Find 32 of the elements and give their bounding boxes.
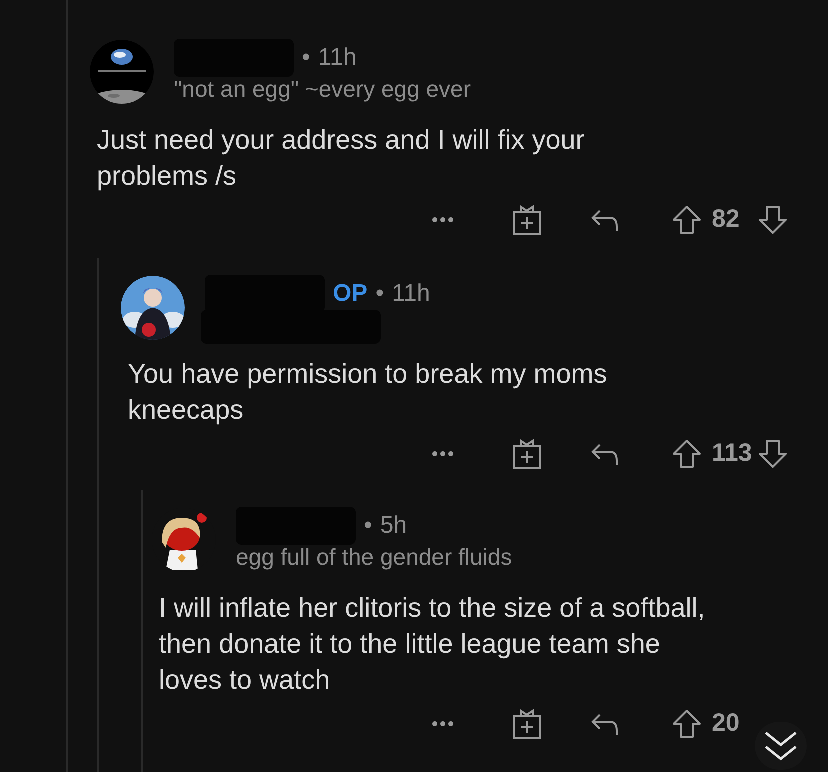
upvote-icon <box>672 439 702 469</box>
separator: • <box>376 279 384 309</box>
comment-text: Just need your address and I will fix your problems /s <box>97 124 586 193</box>
user-flair: egg full of the gender fluids <box>236 543 512 572</box>
award-button[interactable] <box>512 438 542 470</box>
award-button[interactable] <box>512 204 542 236</box>
score: 82 <box>712 204 741 236</box>
gift-icon <box>512 204 542 236</box>
upvote-button[interactable] <box>672 439 702 469</box>
separator: • <box>364 511 372 541</box>
downvote-icon <box>758 205 788 235</box>
score: 113 <box>712 438 754 470</box>
comment-text: You have permission to break my moms kneecaps <box>128 358 608 427</box>
gift-icon <box>512 708 542 740</box>
gift-icon <box>512 438 542 470</box>
downvote-button[interactable] <box>758 205 788 235</box>
downvote-button[interactable] <box>758 439 788 469</box>
upvote-button[interactable] <box>672 709 702 739</box>
upvote-button[interactable] <box>672 205 702 235</box>
separator: • <box>302 43 310 73</box>
timestamp: 11h <box>392 279 430 309</box>
timestamp: 11h <box>318 43 357 73</box>
comment-text: I will inflate her clitoris to the size of a softball, then donate it to the little league team she loves to watch <box>159 592 706 697</box>
op-label: OP <box>333 279 368 309</box>
upvote-icon <box>672 709 702 739</box>
double-chevron-icon <box>763 730 799 762</box>
score: 20 <box>712 708 741 740</box>
award-button[interactable] <box>512 708 542 740</box>
upvote-icon <box>672 205 702 235</box>
downvote-icon <box>758 439 788 469</box>
timestamp: 5h <box>380 511 408 541</box>
user-flair: "not an egg" ~every egg ever <box>174 75 472 104</box>
